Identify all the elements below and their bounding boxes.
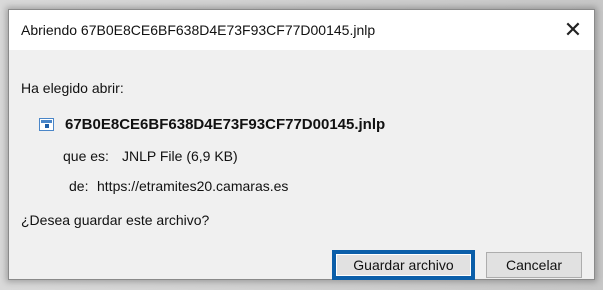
close-button[interactable]: ✕ [552, 10, 594, 50]
dialog-title: Abriendo 67B0E8CE6BF638D4E73F93CF77D0014… [21, 22, 376, 38]
jnlp-file-icon [39, 118, 54, 131]
file-download-dialog: Abriendo 67B0E8CE6BF638D4E73F93CF77D0014… [8, 9, 595, 280]
save-file-button-label: Guardar archivo [353, 257, 454, 273]
intro-label: Ha elegido abrir: [21, 80, 124, 96]
title-bar: Abriendo 67B0E8CE6BF638D4E73F93CF77D0014… [9, 10, 594, 50]
save-question: ¿Desea guardar este archivo? [21, 212, 210, 228]
file-type-value: JNLP File (6,9 KB) [122, 148, 238, 164]
file-name: 67B0E8CE6BF638D4E73F93CF77D00145.jnlp [65, 116, 386, 133]
cancel-button-label: Cancelar [505, 257, 563, 273]
file-source-value: https://etramites20.camaras.es [97, 178, 289, 194]
file-type-label: que es: [63, 148, 109, 164]
cancel-button[interactable]: Cancelar [486, 252, 582, 278]
file-source-label: de: [69, 178, 89, 194]
close-icon: ✕ [563, 17, 583, 42]
save-file-button[interactable]: Guardar archivo [332, 250, 475, 280]
dialog-body: Ha elegido abrir: 67B0E8CE6BF638D4E73F93… [9, 50, 594, 280]
